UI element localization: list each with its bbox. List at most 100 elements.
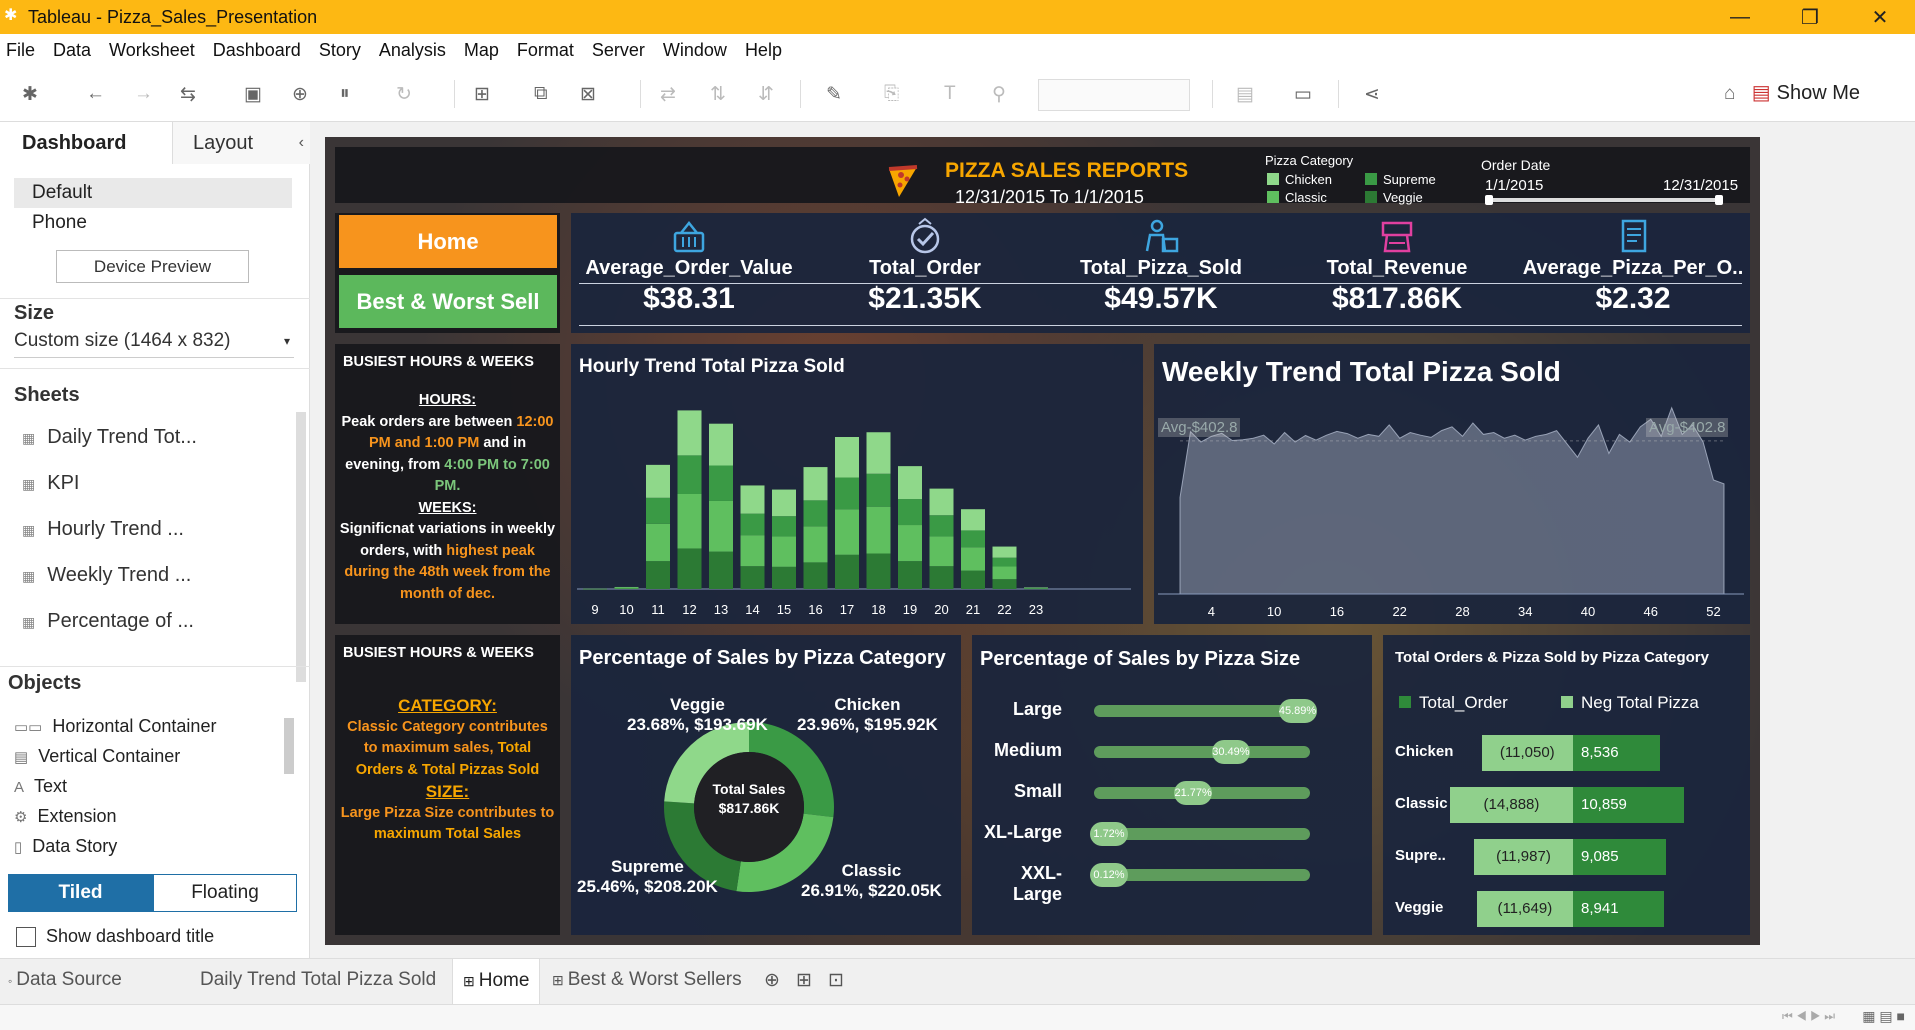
fix-axes-icon[interactable]: ⚲: [992, 83, 1006, 106]
sheets-scrollbar[interactable]: [296, 412, 306, 682]
menu-worksheet[interactable]: Worksheet: [109, 40, 195, 61]
presentation-mode-icon[interactable]: ▭: [1294, 83, 1312, 106]
neg-total-pizza-bar[interactable]: (11,987): [1473, 839, 1573, 875]
hourly-bar-segment[interactable]: [646, 561, 670, 589]
hourly-bar-segment[interactable]: [1024, 588, 1048, 590]
hourly-bar-segment[interactable]: [866, 506, 891, 554]
duplicate-icon[interactable]: ⧉: [534, 83, 548, 105]
replay-icon[interactable]: ⇆: [180, 83, 196, 106]
close-icon[interactable]: ✕: [1845, 0, 1915, 34]
slider-handle-start[interactable]: [1485, 195, 1493, 205]
sort-asc-icon[interactable]: ⇅: [710, 83, 726, 106]
tab-daily-trend[interactable]: Daily Trend Total Pizza Sold: [200, 969, 436, 991]
new-data-source-icon[interactable]: ⊕: [292, 83, 308, 106]
sheet-item[interactable]: ▦ Daily Trend Tot...: [22, 426, 197, 449]
object-horizontal-container[interactable]: ▭▭ Horizontal Container: [14, 716, 216, 737]
weekly-area[interactable]: [1179, 406, 1725, 595]
tab-data-source[interactable]: ◦ Data Source: [8, 969, 122, 991]
total-order-bar[interactable]: 10,859: [1573, 787, 1684, 823]
share-icon[interactable]: ⋖: [1364, 83, 1380, 106]
size-percentage-marker[interactable]: 45.89%: [1278, 699, 1317, 723]
hourly-bar-segment[interactable]: [835, 437, 859, 478]
hourly-bar-segment[interactable]: [961, 509, 985, 531]
hourly-bar-segment[interactable]: [835, 554, 859, 589]
best-worst-sell-button[interactable]: Best & Worst Sell: [339, 275, 557, 328]
hourly-bar-segment[interactable]: [646, 464, 670, 498]
hourly-bar-segment[interactable]: [866, 553, 891, 589]
show-me-button[interactable]: ▤ Show Me: [1752, 80, 1860, 105]
neg-total-pizza-bar[interactable]: (11,649): [1476, 891, 1573, 927]
refresh-icon[interactable]: ↻: [396, 83, 412, 106]
hourly-bar-segment[interactable]: [803, 562, 828, 589]
legend-neg-total-pizza[interactable]: Neg Total Pizza: [1561, 693, 1699, 713]
sort-desc-icon[interactable]: ⇵: [758, 83, 774, 106]
hourly-bar-segment[interactable]: [898, 466, 922, 500]
total-order-bar[interactable]: 9,085: [1573, 839, 1666, 875]
menu-map[interactable]: Map: [464, 40, 499, 61]
sheet-nav-icon[interactable]: ⏮ ◀ ▶ ⏭: [1782, 1009, 1835, 1024]
fit-dropdown[interactable]: [1038, 79, 1190, 111]
hourly-bar-segment[interactable]: [614, 587, 639, 588]
object-text[interactable]: A Text: [14, 776, 67, 797]
legend-supreme[interactable]: Supreme: [1365, 172, 1436, 187]
hourly-bar-segment[interactable]: [677, 410, 702, 456]
collapse-icon[interactable]: ‹: [299, 122, 304, 164]
hourly-bar-segment[interactable]: [646, 523, 670, 562]
group-icon[interactable]: ⎘: [884, 83, 899, 105]
hourly-bar-segment[interactable]: [709, 465, 733, 501]
order-date-end[interactable]: 12/31/2015: [1663, 177, 1738, 194]
hourly-bar-segment[interactable]: [677, 548, 702, 589]
hourly-bar-segment[interactable]: [709, 500, 733, 552]
object-extension[interactable]: ⚙ Extension: [14, 806, 117, 827]
device-preview-button[interactable]: Device Preview: [56, 250, 249, 283]
hourly-bar-segment[interactable]: [740, 535, 765, 567]
sheet-item[interactable]: ▦ Weekly Trend ...: [22, 564, 191, 587]
new-dashboard-icon[interactable]: ⊞: [796, 969, 812, 992]
view-mode-icon[interactable]: ▦ ▤ ■: [1862, 1008, 1905, 1025]
menu-server[interactable]: Server: [592, 40, 645, 61]
menu-data[interactable]: Data: [53, 40, 91, 61]
hourly-bar-segment[interactable]: [614, 588, 639, 589]
hourly-bar-segment[interactable]: [646, 497, 670, 524]
hourly-bar-segment[interactable]: [740, 513, 765, 536]
swap-icon[interactable]: ⇄: [660, 83, 676, 106]
objects-scrollbar[interactable]: [284, 718, 294, 774]
labels-icon[interactable]: T: [944, 83, 956, 105]
menu-help[interactable]: Help: [745, 40, 782, 61]
floating-button[interactable]: Floating: [153, 874, 297, 912]
pause-updates-icon[interactable]: ⏸: [340, 83, 350, 105]
size-percentage-marker[interactable]: 21.77%: [1174, 781, 1213, 805]
order-date-start[interactable]: 1/1/2015: [1485, 177, 1543, 194]
new-story-icon[interactable]: ⊡: [828, 969, 844, 992]
sheet-item[interactable]: ▦ KPI: [22, 472, 79, 495]
date-range-slider[interactable]: [1489, 198, 1719, 202]
sheet-item[interactable]: ▦ Hourly Trend ...: [22, 518, 184, 541]
hourly-bar-segment[interactable]: [961, 547, 985, 571]
legend-classic[interactable]: Classic: [1267, 190, 1327, 205]
hourly-bar-segment[interactable]: [898, 561, 922, 589]
hourly-bar-segment[interactable]: [772, 516, 796, 537]
device-default[interactable]: Default: [14, 178, 292, 208]
tab-layout[interactable]: Layout ‹: [172, 122, 310, 164]
size-percentage-marker[interactable]: 0.12%: [1090, 863, 1128, 887]
object-data-story[interactable]: ▯ Data Story: [14, 836, 117, 857]
menu-dashboard[interactable]: Dashboard: [213, 40, 301, 61]
hourly-bar-segment[interactable]: [961, 530, 985, 548]
hourly-bar-segment[interactable]: [803, 467, 828, 501]
hourly-bar-segment[interactable]: [677, 494, 702, 549]
hourly-bar-segment[interactable]: [614, 586, 639, 588]
hourly-bar-segment[interactable]: [866, 432, 891, 474]
sheet-item[interactable]: ▦ Percentage of ...: [22, 610, 194, 633]
hourly-bar-segment[interactable]: [992, 557, 1017, 567]
menu-format[interactable]: Format: [517, 40, 574, 61]
redo-icon[interactable]: →: [134, 83, 153, 105]
legend-total-order[interactable]: Total_Order: [1399, 693, 1508, 713]
hourly-bar-segment[interactable]: [772, 566, 796, 589]
show-cards-icon[interactable]: ▤: [1236, 83, 1254, 106]
hourly-bar-segment[interactable]: [835, 477, 859, 510]
hourly-bar-segment[interactable]: [961, 570, 985, 589]
menu-file[interactable]: File: [6, 40, 35, 61]
object-vertical-container[interactable]: ▤ Vertical Container: [14, 746, 180, 767]
neg-total-pizza-bar[interactable]: (11,050): [1481, 735, 1573, 771]
menu-analysis[interactable]: Analysis: [379, 40, 446, 61]
